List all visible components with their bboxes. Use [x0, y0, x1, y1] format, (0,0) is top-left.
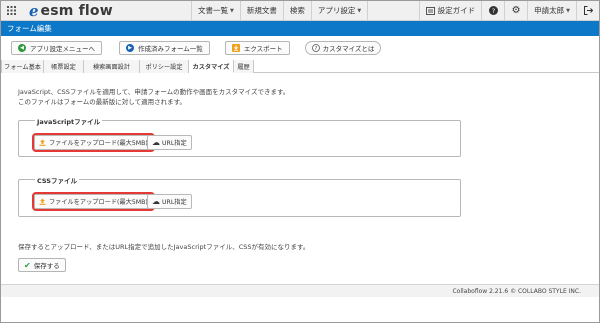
back-arrow-icon: ◀	[18, 44, 26, 52]
css-file-section: CSSファイル ファイルをアップロード(最大5MB) ☁ URL指定	[18, 175, 461, 217]
css-url-button[interactable]: ☁ URL指定	[147, 194, 192, 209]
upload-icon	[39, 198, 46, 205]
js-url-button[interactable]: ☁ URL指定	[147, 135, 192, 150]
logout-icon	[583, 6, 593, 15]
export-icon	[231, 44, 240, 52]
section-title: CSSファイル	[35, 175, 79, 185]
tab-history[interactable]: 履歴	[234, 60, 254, 73]
svg-text:?: ?	[314, 46, 317, 52]
svg-text:?: ?	[491, 7, 494, 15]
section-title: JavaScriptファイル	[35, 116, 103, 126]
logo-text: esm flow	[40, 2, 113, 19]
footer: Collaboflow 2.21.6 © COLLABO STYLE INC.	[1, 284, 599, 297]
settings-button[interactable]: ⚙	[505, 1, 527, 21]
logo-mark-icon: ℯ	[29, 1, 39, 20]
help-button[interactable]: ?	[482, 1, 504, 21]
javascript-file-section: JavaScriptファイル ファイルをアップロード(最大5MB) ☁ URL指…	[18, 116, 461, 157]
js-upload-button[interactable]: ファイルをアップロード(最大5MB)	[32, 133, 155, 152]
guide-book-icon	[425, 6, 435, 15]
customize-help-button[interactable]: ? カスタマイズとは	[304, 41, 382, 55]
form-list-button[interactable]: ▶ 作成済みフォーム一覧	[119, 41, 210, 55]
checkmark-icon: ✔	[24, 260, 31, 270]
top-navigation-bar: ℯ esm flow 文書一覧 ▼ 新規文書 検索 アプリ設定 ▼ 設定ガイド ? …	[1, 0, 599, 21]
upload-icon	[39, 139, 46, 146]
description-line-1: JavaScript、CSSファイルを適用して、申請フォームの動作や画面をカスタ…	[18, 88, 290, 96]
tab-form-basic[interactable]: フォーム基本	[1, 60, 44, 73]
toolbar: ◀ アプリ設定メニューへ ▶ 作成済みフォーム一覧 エクスポート ? カスタマイ…	[1, 36, 599, 60]
app-grid-icon[interactable]	[1, 1, 21, 21]
gear-icon: ⚙	[511, 5, 521, 16]
settings-guide-button[interactable]: 設定ガイド	[420, 1, 482, 21]
question-circle-icon: ?	[311, 44, 320, 52]
nav-search[interactable]: 検索	[284, 1, 311, 21]
nav-new-document[interactable]: 新規文書	[241, 1, 283, 21]
css-upload-button[interactable]: ファイルをアップロード(最大5MB)	[32, 192, 155, 211]
tab-report-settings[interactable]: 帳票設定	[44, 60, 84, 73]
user-menu[interactable]: 申請太郎 ▼	[528, 1, 576, 21]
chevron-down-icon: ▼	[230, 7, 234, 14]
app-logo[interactable]: ℯ esm flow	[29, 2, 149, 20]
question-icon: ?	[488, 6, 498, 15]
export-button[interactable]: エクスポート	[224, 41, 290, 55]
nav-documents-menu[interactable]: 文書一覧 ▼	[192, 1, 240, 21]
tab-customize[interactable]: カスタマイズ	[189, 60, 234, 73]
save-button[interactable]: ✔ 保存する	[18, 258, 66, 272]
cloud-download-icon: ☁	[152, 197, 160, 206]
chevron-down-icon: ▼	[566, 7, 570, 14]
forward-arrow-icon: ▶	[126, 44, 134, 52]
page-title: フォーム編集	[1, 21, 599, 36]
form-edit-tabs: フォーム基本 帳票設定 検索画面設計 ポリシー設定 カスタマイズ 履歴	[1, 60, 599, 73]
description-line-2: このファイルはフォームの最新版に対して適用されます。	[18, 98, 186, 106]
back-to-settings-button[interactable]: ◀ アプリ設定メニューへ	[11, 41, 102, 55]
tab-policy-settings[interactable]: ポリシー設定	[140, 60, 189, 73]
nav-app-settings-menu[interactable]: アプリ設定 ▼	[312, 1, 367, 21]
logout-button[interactable]	[577, 1, 599, 21]
save-note: 保存するとアップロード、またはURL指定で追加したJavaScriptファイル、…	[18, 243, 310, 251]
chevron-down-icon: ▼	[357, 7, 362, 14]
cloud-download-icon: ☁	[152, 138, 160, 147]
tab-search-design[interactable]: 検索画面設計	[84, 60, 140, 73]
